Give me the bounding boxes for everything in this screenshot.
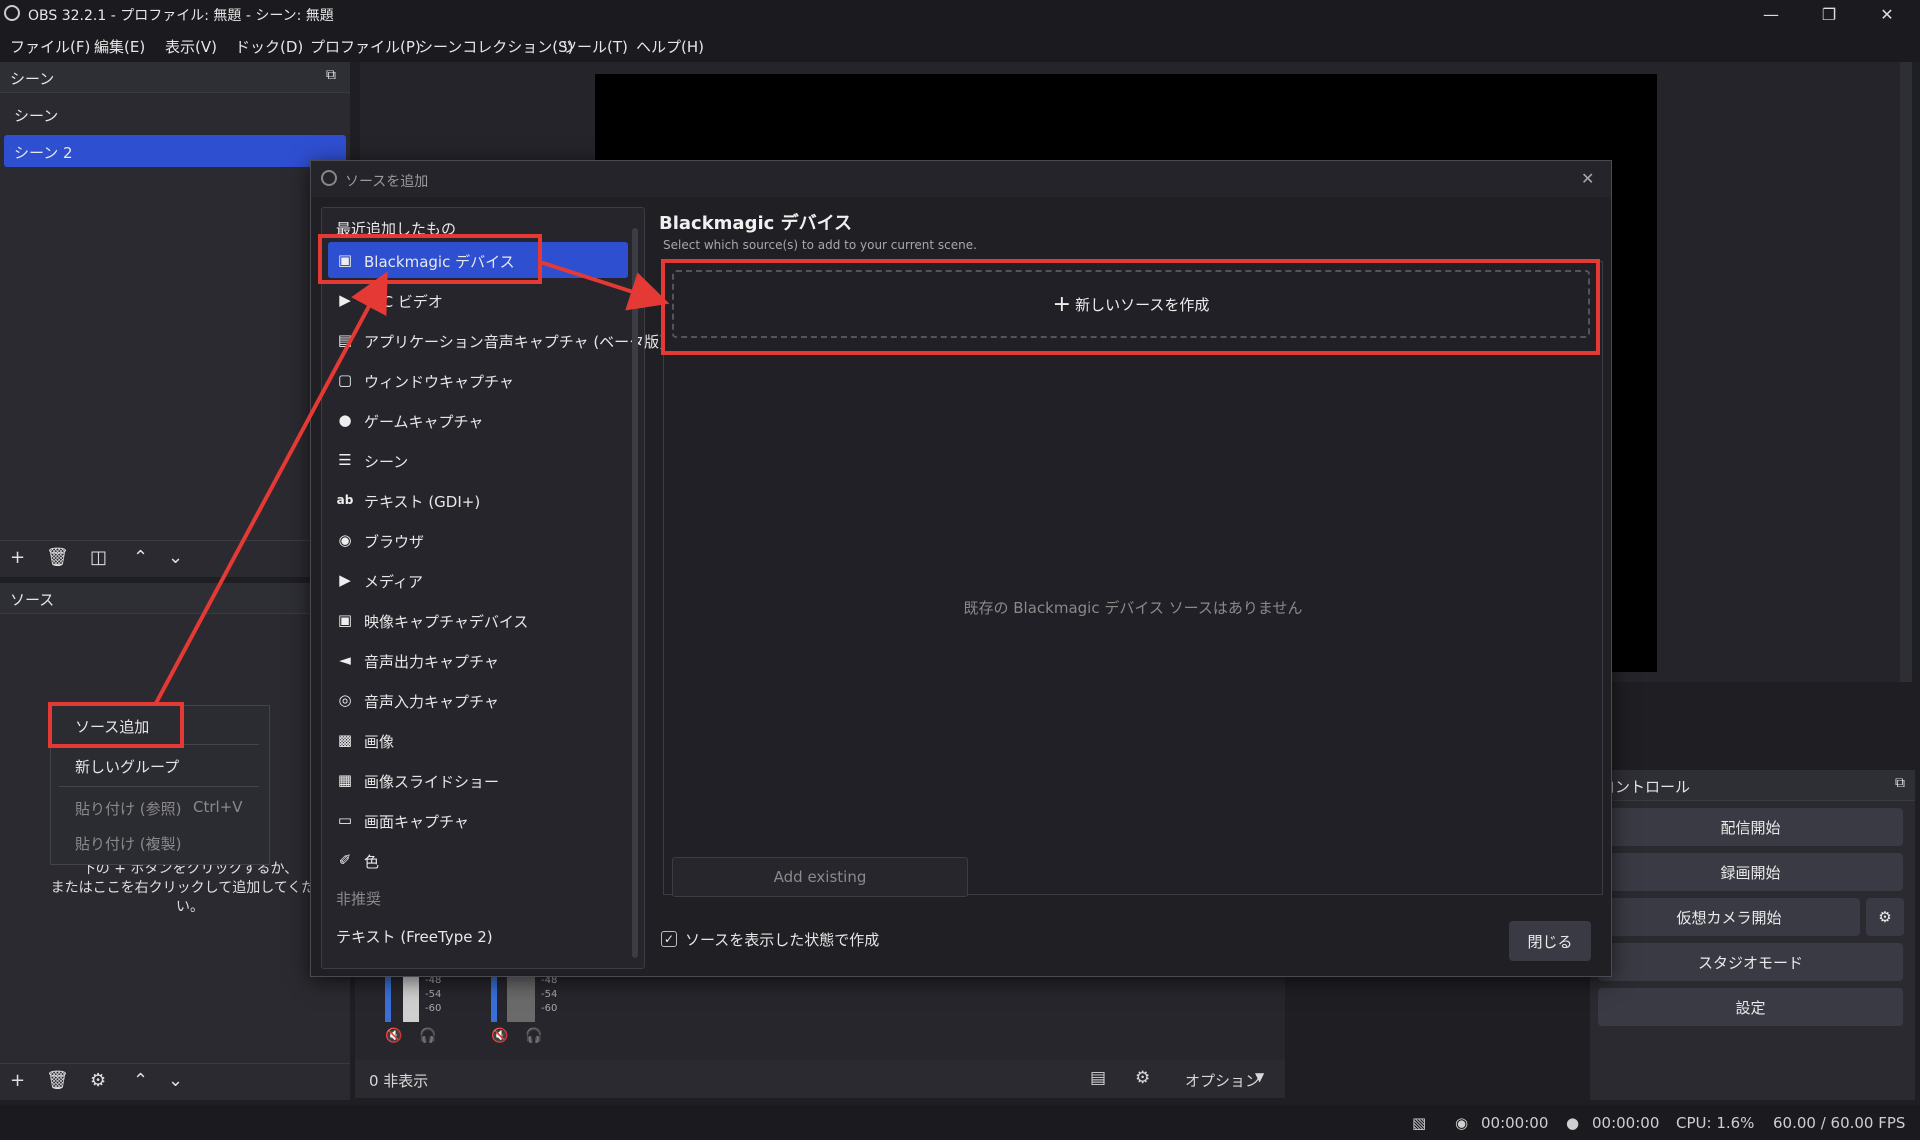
annotation-arrows [153, 260, 670, 706]
arrow-to-list-item [153, 271, 388, 706]
arrow-to-create-new [539, 260, 670, 311]
